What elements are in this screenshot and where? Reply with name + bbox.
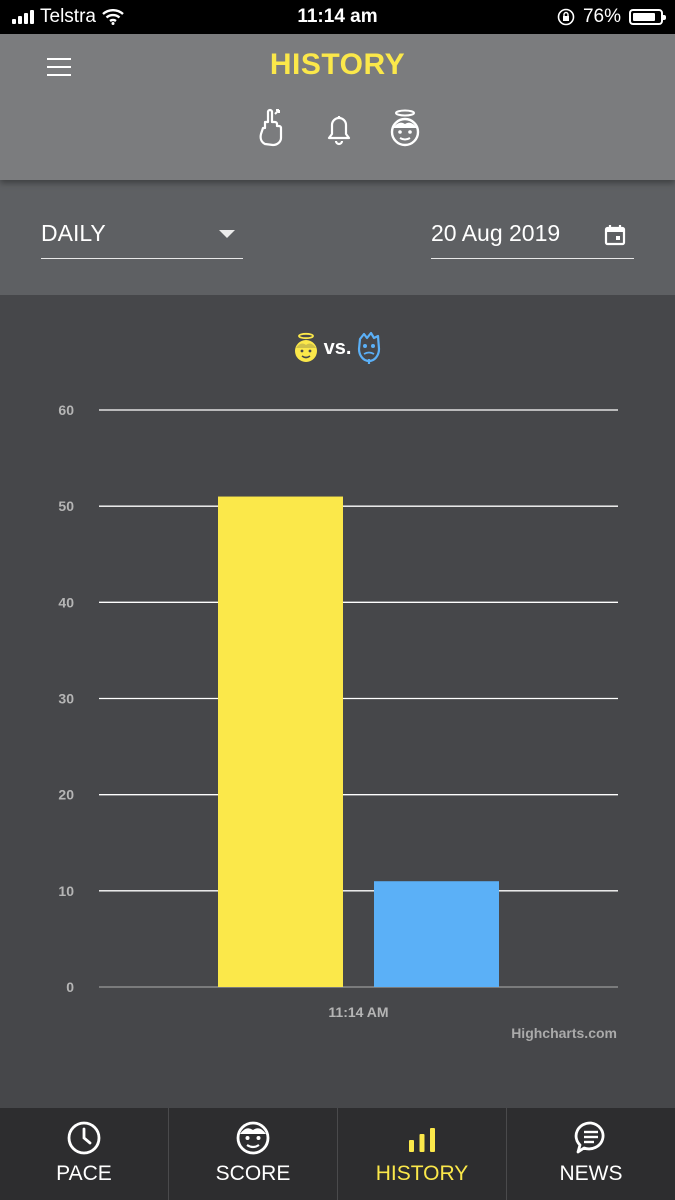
bar-series-1[interactable] bbox=[218, 496, 343, 987]
y-tick-label: 10 bbox=[58, 883, 74, 899]
bar-series-2[interactable] bbox=[374, 881, 499, 987]
chart-credits[interactable]: Highcharts.com bbox=[511, 1025, 617, 1041]
status-right: 76% bbox=[557, 6, 666, 28]
bottom-tab-bar: PACE SCORE HISTORY NEWS bbox=[0, 1108, 675, 1200]
clock-icon bbox=[67, 1121, 101, 1155]
bar-chart-svg: 0 10 20 30 40 50 60 11:14 AM bbox=[58, 402, 618, 1020]
tab-label: HISTORY bbox=[375, 1162, 469, 1185]
tab-label: SCORE bbox=[215, 1162, 291, 1185]
angel-face-icon[interactable] bbox=[387, 108, 423, 148]
battery-icon bbox=[629, 9, 666, 25]
app-header: HISTORY bbox=[0, 34, 675, 180]
bar-chart-icon bbox=[409, 1128, 435, 1152]
finger-icon[interactable] bbox=[255, 108, 291, 148]
status-bar: Telstra 11:14 am 76% bbox=[0, 0, 675, 34]
y-tick-label: 40 bbox=[58, 594, 74, 610]
tab-label: PACE bbox=[56, 1162, 112, 1185]
tab-history[interactable]: HISTORY bbox=[338, 1108, 507, 1200]
history-chart: vs. 0 10 20 30 40 50 60 11:14 AM Highcharts.com bbox=[0, 295, 675, 1108]
date-value: 20 Aug 2019 bbox=[431, 220, 561, 246]
tab-score[interactable]: SCORE bbox=[169, 1108, 338, 1200]
tab-label: NEWS bbox=[559, 1162, 623, 1185]
filter-controls: DAILY 20 Aug 2019 bbox=[0, 180, 675, 295]
date-picker-field[interactable]: 20 Aug 2019 bbox=[431, 216, 634, 259]
y-tick-label: 0 bbox=[66, 979, 74, 995]
y-tick-label: 50 bbox=[58, 498, 74, 514]
face-icon bbox=[236, 1121, 270, 1155]
y-tick-label: 60 bbox=[58, 402, 74, 418]
period-dropdown[interactable]: DAILY bbox=[41, 216, 243, 259]
x-tick-label: 11:14 AM bbox=[328, 1004, 388, 1020]
caret-down-icon bbox=[219, 230, 235, 238]
bell-icon[interactable] bbox=[321, 108, 357, 148]
header-icon-row bbox=[255, 108, 423, 148]
period-value: DAILY bbox=[41, 220, 106, 246]
calendar-icon[interactable] bbox=[604, 224, 626, 246]
page-title: HISTORY bbox=[269, 48, 406, 81]
battery-percent: 76% bbox=[582, 6, 621, 27]
orientation-lock-icon bbox=[557, 8, 575, 26]
chat-icon bbox=[574, 1121, 605, 1154]
y-tick-label: 20 bbox=[58, 787, 74, 803]
tab-pace[interactable]: PACE bbox=[0, 1108, 169, 1200]
y-tick-label: 30 bbox=[58, 691, 74, 707]
tab-news[interactable]: NEWS bbox=[507, 1108, 675, 1200]
